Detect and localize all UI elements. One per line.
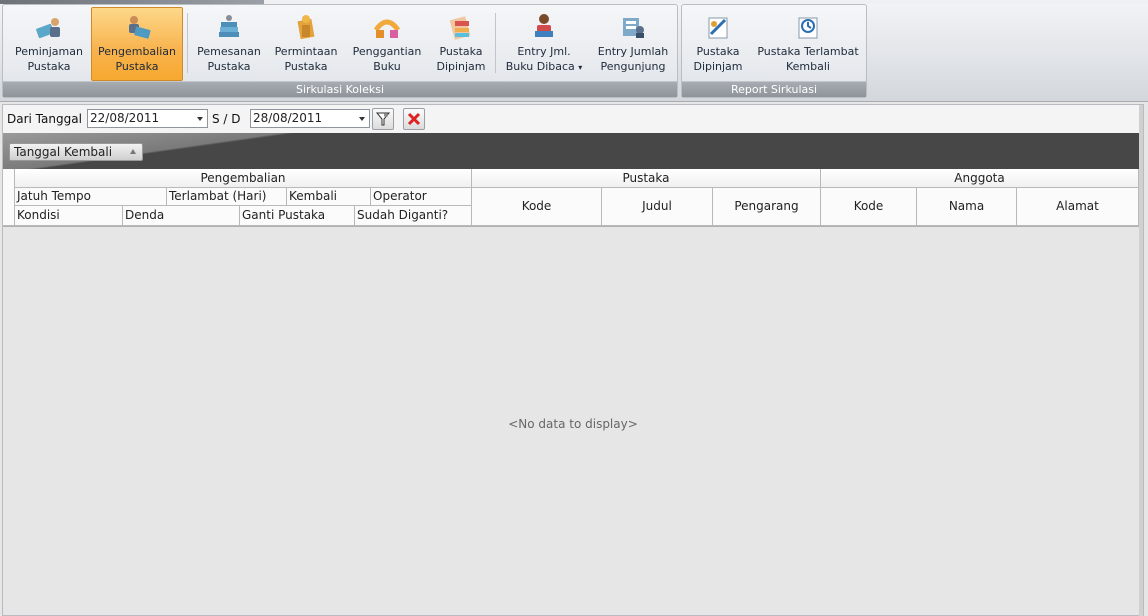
report-pustaka-terlambat-kembali-button[interactable]: Pustaka Terlambat Kembali: [754, 8, 862, 80]
band-pustaka[interactable]: Pustaka: [472, 169, 821, 188]
col-pustaka-kode[interactable]: Kode: [472, 188, 602, 226]
penggantian-buku-button[interactable]: Penggantian Buku: [347, 8, 427, 80]
chevron-down-icon[interactable]: [359, 117, 365, 121]
ribbon-group-label: Report Sirkulasi: [682, 81, 866, 97]
peminjaman-pustaka-button[interactable]: Peminjaman Pustaka: [9, 8, 89, 80]
filter-bar: Dari Tanggal 22/08/2011 S / D 28/08/2011: [3, 105, 1143, 133]
button-label-line1: Entry Jml.: [517, 45, 571, 58]
visitors-icon: [618, 12, 648, 42]
button-label-line2: Buku Dibaca ▾: [501, 59, 587, 75]
from-date-input[interactable]: 22/08/2011: [87, 109, 208, 128]
grid-body[interactable]: <No data to display>: [3, 227, 1143, 615]
row-indicator-header: [3, 169, 15, 226]
col-anggota-kode[interactable]: Kode: [821, 188, 917, 226]
dropdown-arrow-icon: ▾: [578, 63, 583, 72]
borrowed-books-icon: [446, 12, 476, 42]
from-date-value: 22/08/2011: [90, 111, 160, 125]
col-pustaka-judul[interactable]: Judul: [602, 188, 713, 226]
button-label-line1: Pengembalian: [98, 45, 176, 58]
button-label-line1: Peminjaman: [15, 45, 83, 58]
col-terlambat-hari[interactable]: Terlambat (Hari): [167, 188, 287, 206]
filter-icon: [375, 112, 391, 126]
col-sudah-diganti[interactable]: Sudah Diganti?: [355, 206, 472, 226]
from-date-label: Dari Tanggal: [7, 112, 82, 126]
button-label-line1: Penggantian: [352, 45, 422, 58]
ribbon-group-report-sirkulasi: Pustaka Dipinjam Pustaka Terlambat Kemba…: [681, 4, 867, 98]
ribbon-group-sirkulasi-koleksi: Peminjaman Pustaka Pengembalian Pustaka …: [2, 4, 678, 98]
right-edge-border: [1139, 105, 1143, 616]
button-label-line1: Pustaka: [439, 45, 483, 58]
col-kondisi[interactable]: Kondisi: [15, 206, 123, 226]
col-kembali[interactable]: Kembali: [287, 188, 371, 206]
empty-grid-message: <No data to display>: [508, 417, 638, 431]
report-borrowed-icon: [703, 12, 733, 42]
to-date-input[interactable]: 28/08/2011: [250, 109, 370, 128]
button-label-line1: Permintaan: [274, 45, 338, 58]
ribbon: Peminjaman Pustaka Pengembalian Pustaka …: [0, 0, 1148, 102]
button-label-line2: Pustaka: [284, 60, 328, 73]
col-operator[interactable]: Operator: [371, 188, 472, 206]
book-request-icon: [291, 12, 321, 42]
button-label-line2: Dipinjam: [693, 60, 743, 73]
col-ganti-pustaka[interactable]: Ganti Pustaka: [240, 206, 355, 226]
pemesanan-pustaka-button[interactable]: Pemesanan Pustaka: [193, 8, 265, 80]
col-denda[interactable]: Denda: [123, 206, 240, 226]
content-panel: Dari Tanggal 22/08/2011 S / D 28/08/2011…: [2, 104, 1144, 616]
group-chip-tanggal-kembali[interactable]: Tanggal Kembali: [9, 143, 143, 161]
clear-filter-button[interactable]: [403, 108, 425, 130]
col-pustaka-pengarang[interactable]: Pengarang: [713, 188, 821, 226]
report-late-icon: [793, 12, 823, 42]
button-label-line1: Pemesanan: [197, 45, 261, 58]
ribbon-group-label: Sirkulasi Koleksi: [3, 81, 677, 97]
button-label-line2: Dipinjam: [436, 60, 486, 73]
ribbon-separator: [187, 13, 188, 73]
group-by-panel: Tanggal Kembali: [3, 133, 1143, 169]
col-anggota-alamat[interactable]: Alamat: [1017, 188, 1139, 226]
button-label-line1: Pustaka: [696, 45, 740, 58]
report-pustaka-dipinjam-button[interactable]: Pustaka Dipinjam: [686, 8, 750, 80]
col-jatuh-tempo[interactable]: Jatuh Tempo: [15, 188, 167, 206]
to-date-value: 28/08/2011: [253, 111, 323, 125]
button-label-line1: Pustaka Terlambat: [757, 45, 859, 58]
sd-label: S / D: [212, 112, 241, 126]
reader-icon: [529, 12, 559, 42]
col-anggota-nama[interactable]: Nama: [917, 188, 1017, 226]
entry-jml-buku-dibaca-button[interactable]: Entry Jml. Buku Dibaca ▾: [501, 8, 587, 80]
pengembalian-pustaka-button[interactable]: Pengembalian Pustaka: [91, 7, 183, 81]
apply-filter-button[interactable]: [372, 108, 394, 130]
book-return-icon: [122, 12, 152, 42]
button-label-line2-text: Buku Dibaca: [505, 60, 575, 73]
grid-header: Pengembalian Jatuh Tempo Terlambat (Hari…: [3, 169, 1143, 227]
button-label-line2: Pengunjung: [600, 60, 666, 73]
button-label-line1: Entry Jumlah: [597, 45, 669, 58]
group-panel-wedge: [3, 133, 1143, 169]
sort-ascending-icon: [130, 149, 136, 154]
button-label-line2: Kembali: [786, 60, 830, 73]
button-label-line2: Pustaka: [27, 60, 71, 73]
book-replace-icon: [372, 12, 402, 42]
group-chip-label: Tanggal Kembali: [14, 145, 113, 159]
button-label-line2: Pustaka: [207, 60, 251, 73]
button-label-line2: Pustaka: [115, 60, 159, 73]
entry-jumlah-pengunjung-button[interactable]: Entry Jumlah Pengunjung: [591, 8, 675, 80]
clear-x-icon: [407, 112, 421, 126]
band-anggota[interactable]: Anggota: [821, 169, 1139, 188]
band-pengembalian[interactable]: Pengembalian: [15, 169, 472, 188]
ribbon-separator: [495, 13, 496, 73]
book-stack-icon: [214, 12, 244, 42]
button-label-line2: Buku: [373, 60, 401, 73]
chevron-down-icon[interactable]: [197, 117, 203, 121]
pustaka-dipinjam-button[interactable]: Pustaka Dipinjam: [431, 8, 491, 80]
book-person-icon: [34, 12, 64, 42]
permintaan-pustaka-button[interactable]: Permintaan Pustaka: [269, 8, 343, 80]
